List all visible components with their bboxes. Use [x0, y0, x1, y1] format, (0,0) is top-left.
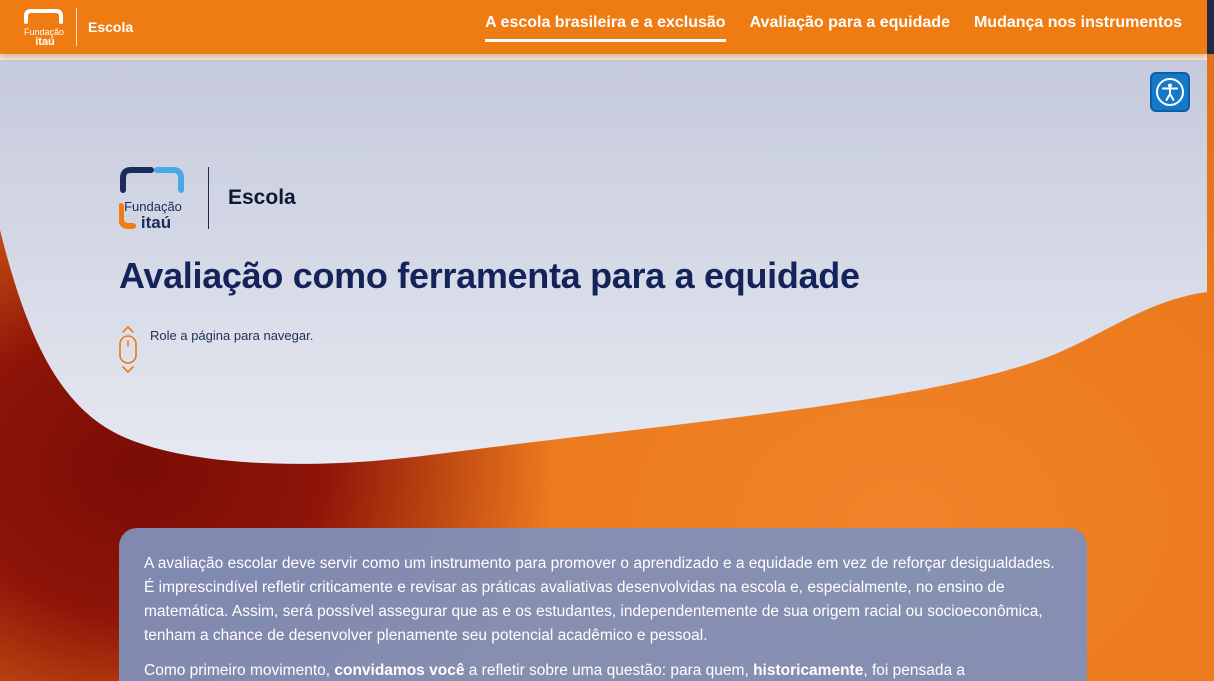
accessibility-button[interactable] [1150, 72, 1190, 112]
svg-text:itaú: itaú [141, 213, 171, 230]
scroll-hint: Role a página para navegar. [119, 325, 313, 375]
intro-emphasis: convidamos você [334, 662, 465, 679]
header-brand[interactable]: Fundação itaú Escola [23, 8, 134, 48]
brand-label: Escola [88, 19, 134, 35]
nav-mudanca-instrumentos[interactable]: Mudança nos instrumentos [974, 14, 1182, 40]
intro-emphasis: historicamente [753, 662, 864, 679]
mouse-scroll-icon [119, 325, 137, 374]
intro-paragraph-2: Como primeiro movimento, convidamos você… [144, 659, 1062, 681]
nav-avaliacao-equidade[interactable]: Avaliação para a equidade [750, 14, 950, 40]
brand-divider [76, 8, 77, 46]
hero-brand-label: Escola [228, 186, 296, 209]
main-nav: A escola brasileira e a exclusão Avaliaç… [485, 14, 1182, 42]
header: Fundação itaú Escola A escola brasileira… [0, 0, 1207, 54]
intro-text: , foi pensada a [863, 662, 966, 679]
nav-escola-exclusao[interactable]: A escola brasileira e a exclusão [485, 14, 727, 42]
svg-text:Fundação: Fundação [124, 199, 182, 214]
header-underline [0, 54, 1207, 60]
scrollbar[interactable] [1207, 0, 1214, 54]
intro-paragraph-1: A avaliação escolar deve servir como um … [144, 555, 1055, 644]
svg-text:itaú: itaú [35, 36, 55, 46]
page-title: Avaliação como ferramenta para a equidad… [119, 255, 860, 296]
hero-brand-divider [208, 167, 209, 229]
scroll-hint-text: Role a página para navegar. [150, 328, 314, 343]
intro-text: a refletir sobre uma questão: para quem, [464, 662, 754, 679]
intro-text: Como primeiro movimento, [144, 662, 335, 679]
fundacao-itau-logo: Fundação itaú [23, 8, 65, 48]
hero-brand: Fundação itaú Escola [118, 166, 296, 232]
fundacao-itau-logo-large: Fundação itaú [118, 166, 189, 232]
intro-card: A avaliação escolar deve servir como um … [119, 528, 1087, 681]
accessibility-icon [1156, 78, 1184, 106]
